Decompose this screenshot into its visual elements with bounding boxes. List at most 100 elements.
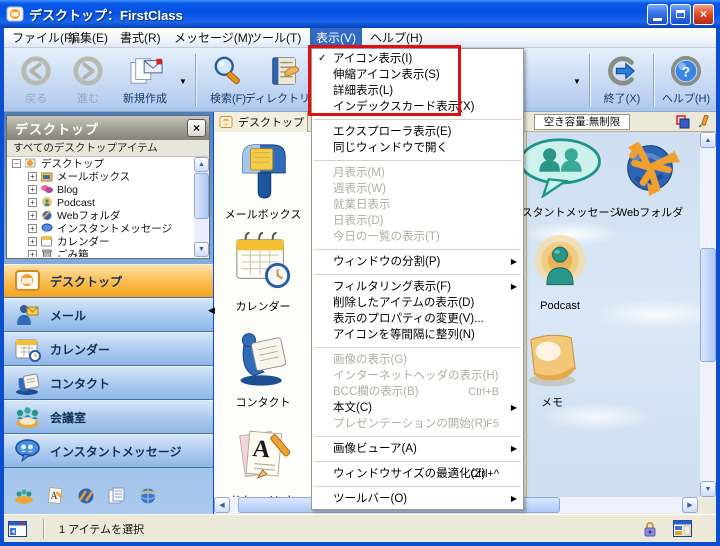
tab-desktop[interactable]: デスクトップ (214, 112, 308, 132)
menu-item-label: ツールバー(O) (333, 493, 407, 505)
scrollbar-corner (698, 497, 716, 514)
pencil-icon[interactable] (697, 115, 711, 129)
splitter-collapse-icon[interactable]: ◀ (208, 305, 215, 316)
menu-item-month-view[interactable]: 月表示(M) (312, 165, 523, 181)
menu-item-day-view[interactable]: 日表示(D) (312, 213, 523, 229)
menu-tools[interactable]: ツール(T) (244, 28, 307, 48)
menu-item-explorer-view[interactable]: エクスプローラ表示(E) (312, 124, 523, 140)
desktop-item-label: カレンダー (236, 298, 291, 314)
menu-format[interactable]: 書式(R) (114, 28, 167, 48)
expand-icon[interactable]: + (28, 172, 37, 181)
scroll-down-icon[interactable]: ▼ (194, 242, 209, 257)
scroll-left-icon[interactable]: ◀ (214, 497, 230, 513)
scroll-right-icon[interactable]: ▶ (682, 497, 698, 513)
exit-button[interactable]: 終了(X) (596, 52, 648, 108)
panel-toggle-icon[interactable] (8, 521, 27, 537)
svg-text:A: A (252, 435, 272, 463)
panel-close-button[interactable]: × (187, 119, 206, 137)
menu-item-start-presentation[interactable]: プレゼンテーションの開始(R) F5 (312, 416, 523, 432)
desktop-item-label: メモ (541, 394, 563, 410)
new-button[interactable]: 新規作成 (114, 52, 176, 108)
tree-item-blog[interactable]: + Blog (7, 183, 209, 196)
menu-item-split-window[interactable]: ウィンドウの分割(P) (312, 254, 523, 270)
title-bar: デスクトップ：FirstClass × (0, 0, 720, 28)
menu-item-workday-view[interactable]: 就業日表示 (312, 197, 523, 213)
document-mini-icon[interactable]: A (45, 487, 65, 505)
forward-button[interactable]: 進む (62, 52, 114, 108)
vertical-scrollbar[interactable]: ▲ ▼ (700, 132, 716, 497)
menu-item-arrange-icons-evenly[interactable]: アイコンを等間隔に整列(N) (312, 327, 523, 343)
maximize-button[interactable] (670, 4, 691, 25)
scrollbar-thumb[interactable] (700, 248, 716, 362)
back-icon (19, 55, 53, 87)
expand-icon[interactable]: + (28, 250, 37, 257)
menu-item-show-deleted-items[interactable]: 削除したアイテムの表示(D) (312, 295, 523, 311)
menu-item-label: 表示のプロパティの変更(V)... (333, 313, 484, 325)
expand-icon[interactable]: + (28, 198, 37, 207)
menu-item-filtering-view[interactable]: フィルタリング表示(F) (312, 279, 523, 295)
menu-item-optimize-window-size[interactable]: ウィンドウサイズの最適化(Z) Ctrl+^ (312, 466, 523, 482)
expand-icon[interactable]: + (28, 211, 37, 220)
scroll-up-icon[interactable]: ▲ (194, 157, 209, 172)
tree-item-mailbox[interactable]: + メールボックス (7, 170, 209, 183)
tree-item-label: ごみ箱 (57, 247, 89, 257)
directory-button[interactable]: ディレクトリ(R) (254, 52, 316, 108)
menu-item-label: フィルタリング表示(F) (333, 281, 451, 293)
news-mini-icon[interactable] (107, 487, 127, 505)
scrollbar-thumb[interactable] (194, 173, 209, 219)
menu-item-toolbar[interactable]: ツールバー(O) (312, 491, 523, 507)
web-mini-icon[interactable] (138, 487, 158, 505)
menu-item-image-viewer[interactable]: 画像ビューア(A) (312, 441, 523, 457)
desktop-item-contacts[interactable]: コンタクト (220, 326, 306, 410)
close-button[interactable]: × (693, 4, 714, 25)
help-button[interactable]: ? ヘルプ(H) (660, 52, 712, 108)
nav-desktop[interactable]: デスクトップ (4, 264, 213, 298)
menu-item-change-view-properties[interactable]: 表示のプロパティの変更(V)... (312, 311, 523, 327)
desktop-item-documents[interactable]: A ドキュメント (220, 424, 306, 508)
desktop-item-mailbox[interactable]: メールボックス (220, 138, 306, 222)
tree-item-label: メールボックス (57, 169, 130, 184)
submenu-arrow-icon (511, 441, 517, 457)
memo-icon (522, 330, 582, 393)
menu-item-open-same-window[interactable]: 同じウィンドウで開く (312, 140, 523, 156)
conference-mini-icon[interactable] (14, 487, 34, 505)
nav-mail[interactable]: メール (4, 298, 213, 332)
podcast-folder-icon (41, 197, 53, 208)
back-button[interactable]: 戻る (10, 52, 62, 108)
menu-item-week-view[interactable]: 週表示(W) (312, 181, 523, 197)
minimize-button[interactable] (647, 4, 668, 25)
collapse-icon[interactable]: − (12, 159, 21, 168)
layers-icon[interactable] (676, 115, 690, 129)
nav-instant-message[interactable]: インスタントメッセージ (4, 434, 213, 468)
desktop-item-podcast[interactable]: Podcast (514, 234, 606, 312)
tree-item-trash[interactable]: + ごみ箱 (7, 248, 209, 257)
tree-item-calendar[interactable]: + カレンダー (7, 235, 209, 248)
scroll-down-icon[interactable]: ▼ (700, 481, 716, 497)
nav-conferences[interactable]: 会議室 (4, 400, 213, 434)
expand-icon[interactable]: + (28, 224, 37, 233)
blog-icon (41, 184, 53, 195)
nav-contacts[interactable]: コンタクト (4, 366, 213, 400)
menu-item-show-bcc-field[interactable]: BCC欄の表示(B) Ctrl+B (312, 384, 523, 400)
contact-icon (233, 326, 293, 393)
new-dropdown-arrow[interactable]: ▼ (176, 62, 190, 102)
menu-item-body[interactable]: 本文(C) (312, 400, 523, 416)
menu-item-today-list-view[interactable]: 今日の一覧の表示(T) (312, 229, 523, 245)
expand-icon[interactable]: + (28, 237, 37, 246)
desktop-item-webfolder[interactable]: Webフォルダ (604, 134, 696, 220)
tree-scrollbar[interactable]: ▲ ▼ (194, 157, 209, 257)
layout-grid-icon[interactable] (673, 520, 692, 537)
desktop-item-calendar[interactable]: カレンダー (220, 228, 306, 314)
toolbar-separator (195, 54, 197, 106)
nav-calendar[interactable]: カレンダー (4, 332, 213, 366)
window-title: デスクトップ：FirstClass (29, 5, 645, 24)
nav-label: コンタクト (50, 375, 110, 392)
scroll-up-icon[interactable]: ▲ (700, 132, 716, 148)
expand-icon[interactable]: + (28, 185, 37, 194)
webfolder-mini-icon[interactable] (76, 487, 96, 505)
menu-item-show-internet-headers[interactable]: インターネットヘッダの表示(H) (312, 368, 523, 384)
menu-item-show-images[interactable]: 画像の表示(G) (312, 352, 523, 368)
calendar-icon (14, 336, 41, 362)
menu-edit[interactable]: 編集(E) (62, 28, 114, 48)
toolbar-overflow-arrow[interactable]: ▼ (570, 62, 584, 102)
